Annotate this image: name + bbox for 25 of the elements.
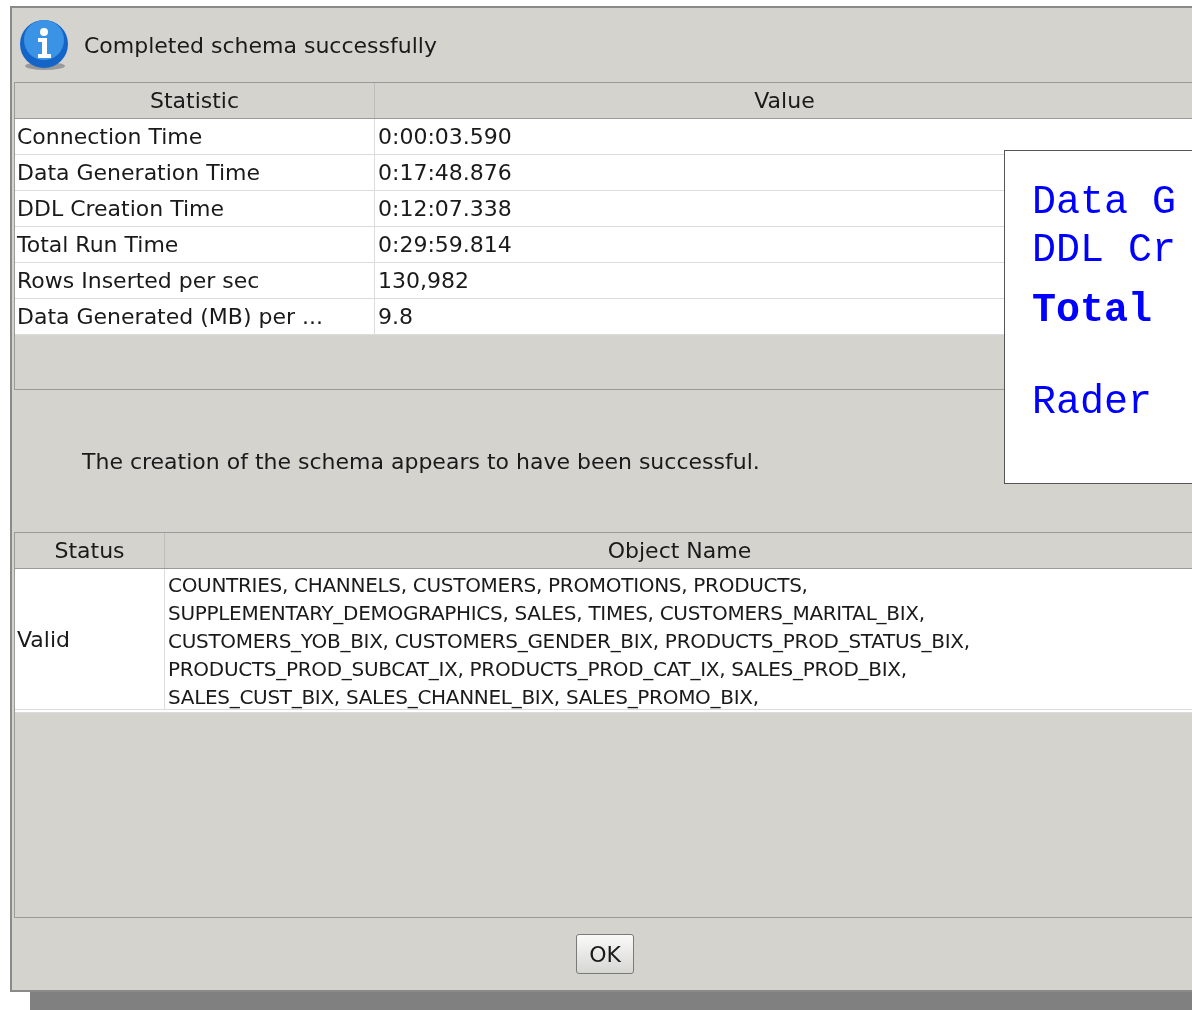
table-cell: Total Run Time (15, 227, 375, 262)
table-cell-text: COUNTRIES, CHANNELS, CUSTOMERS, PROMOTIONS, PRODUCTS, SUPPLEMENTARY_DEMOGRAPHICS, SALES, TIMES, CUSTOMERS_MARITAL_BIX, CUSTOMERS_YOB_BIX, CUSTOMERS_GENDER_BIX, PRODUCTS_PROD_STATUS_BIX, PRODUCTS_PROD_SUBCAT_IX, PRODUCTS_PROD_CAT_IX, SALES_PROD_BIX, SALES_CUST_BIX, SALES_CHANNEL_BIX, SALES_PROMO_BIX, (167, 572, 971, 709)
table-cell-text: 9.8 (378, 303, 413, 331)
column-header: Object Name (165, 533, 1192, 568)
table-cell-text: 0:29:59.814 (378, 231, 512, 259)
table-cell: Valid (15, 569, 165, 709)
ok-button[interactable]: OK (576, 934, 634, 974)
table-cell: Data Generated (MB) per ... (15, 299, 375, 334)
table-cell: DDL Creation Time (15, 191, 375, 226)
overlay-text: Total (1032, 287, 1154, 335)
column-header: Value (375, 83, 1192, 118)
table-cell-text: 130,982 (378, 267, 469, 295)
column-header: Statistic (15, 83, 375, 118)
table-cell: Rows Inserted per sec (15, 263, 375, 298)
table-cell: Data Generation Time (15, 155, 375, 190)
table-cell-text: 0:12:07.338 (378, 195, 512, 223)
dialog-title: Completed schema successfully (84, 31, 437, 60)
table-cell: Connection Time (15, 119, 375, 154)
success-message: The creation of the schema appears to have been successful. (82, 447, 760, 476)
table-cell-text: 0:17:48.876 (378, 159, 512, 187)
overlay-text: Data G (1032, 179, 1178, 227)
table-cell-text: 0:00:03.590 (378, 123, 512, 151)
overlay-text: DDL Cr (1032, 227, 1178, 275)
column-header: Status (15, 533, 165, 568)
overlay-text: Rader (1032, 379, 1154, 427)
